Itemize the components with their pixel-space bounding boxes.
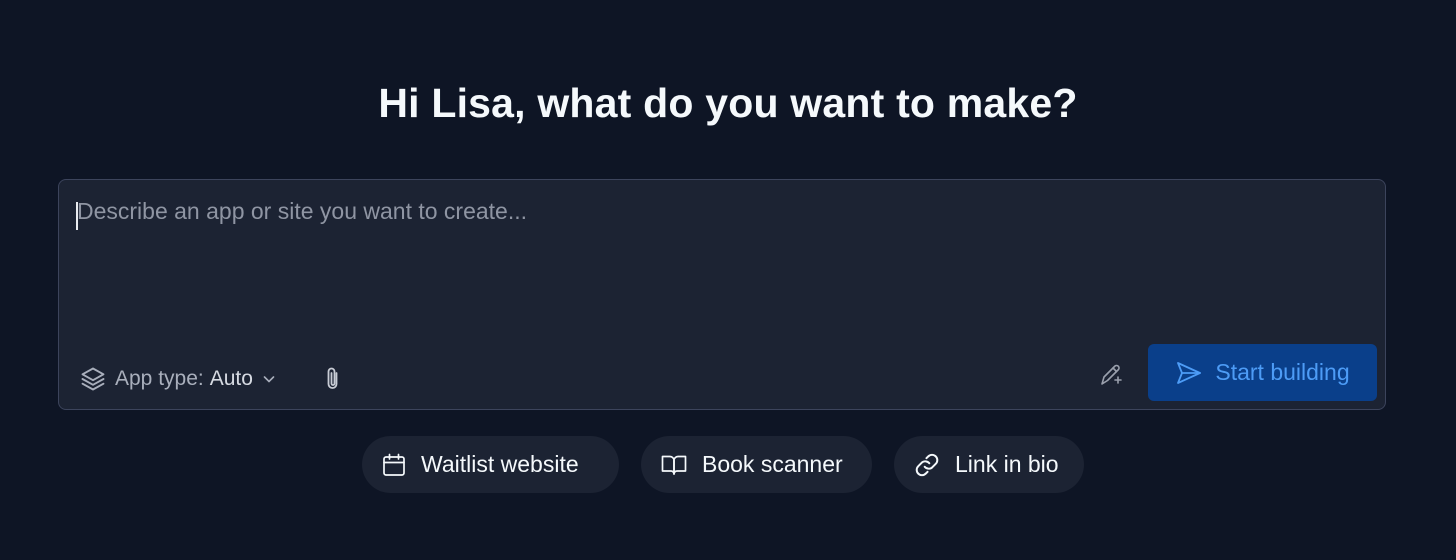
prompt-box: App type: Auto [58,179,1386,410]
suggestion-chip-book-scanner[interactable]: Book scanner [641,436,872,493]
send-icon [1175,360,1203,386]
page-title: Hi Lisa, what do you want to make? [378,80,1078,126]
app-type-value: Auto [209,367,253,390]
start-building-label: Start building [1215,359,1350,385]
suggestion-label: Book scanner [702,451,843,477]
magic-pen-icon [1098,360,1126,388]
calendar-icon [381,452,407,478]
book-icon [660,452,688,478]
paperclip-icon [322,365,344,393]
app-type-label: App type: [115,367,204,390]
text-caret [76,202,78,230]
improve-prompt-button[interactable] [1095,357,1129,391]
chevron-down-icon [261,371,277,387]
suggestion-chip-waitlist-website[interactable]: Waitlist website [362,436,619,493]
layers-icon [79,365,107,393]
page: Hi Lisa, what do you want to make? App t… [0,0,1456,560]
suggestion-chip-link-in-bio[interactable]: Link in bio [894,436,1084,493]
start-building-button[interactable]: Start building [1148,344,1377,401]
app-type-selector[interactable]: App type: Auto [79,364,277,394]
attach-button[interactable] [318,363,348,395]
link-icon [913,451,941,479]
suggestion-label: Link in bio [955,451,1059,477]
suggestion-label: Waitlist website [421,451,579,477]
prompt-input[interactable] [73,194,1371,332]
